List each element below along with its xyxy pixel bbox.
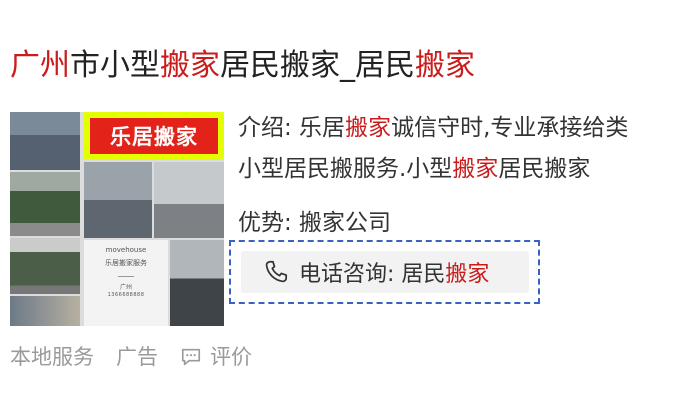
card-divider <box>118 276 134 277</box>
local-service-label: 本地服务 <box>10 345 94 369</box>
intro-line-2: 小型居民搬服务.小型搬家居民搬家 <box>238 154 590 184</box>
van-photo-1 <box>84 162 152 238</box>
ad-thumbnail[interactable]: 乐居搬家 movehouse 乐居搬家服务 广州 1366688888 <box>10 112 224 326</box>
phone-highlight-frame: 电话咨询: 居民 搬家 <box>229 240 540 304</box>
intro-line-1: 介绍: 乐居搬家诚信守时,专业承接给类 <box>238 113 628 143</box>
review-link[interactable]: 评价 <box>180 340 252 374</box>
card-phone: 1366688888 <box>107 292 145 298</box>
title-keyword-1: 搬家 <box>160 48 220 83</box>
van-photo-2 <box>154 162 224 238</box>
review-label: 评价 <box>210 345 252 369</box>
ad-footer: 本地服务 广告 评价 <box>10 340 252 374</box>
truck-photo-4 <box>10 296 80 326</box>
thumbnail-banner: 乐居搬家 <box>84 112 224 160</box>
intro-text: 介绍: 乐居 <box>238 115 346 141</box>
title-keyword-2: 搬家 <box>415 48 475 83</box>
title-city: 广州 <box>10 48 70 83</box>
ad-label: 广告 <box>116 345 158 369</box>
card-subtitle: 乐居搬家服务 <box>105 259 147 267</box>
intro-text: 小型居民搬服务.小型 <box>238 156 453 182</box>
card-brand: movehouse <box>105 246 147 254</box>
title-part1: 市小型 <box>70 48 160 83</box>
ad-card[interactable]: 广州市小型搬家居民搬家_居民搬家 乐居搬家 movehouse 乐居搬家服务 广… <box>0 0 674 420</box>
intro-keyword: 搬家 <box>345 115 392 141</box>
phone-label: 电话咨询: 居民 <box>299 262 446 287</box>
intro-text: 居民搬家 <box>498 156 591 182</box>
thumbnail-brand-card: movehouse 乐居搬家服务 广州 1366688888 <box>84 240 168 326</box>
truck-photo-3 <box>10 238 80 294</box>
intro-keyword: 搬家 <box>452 156 499 182</box>
phone-consult-button[interactable]: 电话咨询: 居民 搬家 <box>241 251 529 293</box>
van-photo-3 <box>170 240 224 326</box>
banner-text: 乐居搬家 <box>90 118 218 154</box>
phone-icon <box>265 260 288 283</box>
ad-title[interactable]: 广州市小型搬家居民搬家_居民搬家 <box>10 44 475 88</box>
card-city: 广州 <box>119 284 132 291</box>
comment-icon <box>181 348 201 366</box>
truck-photo-2 <box>10 172 80 236</box>
title-part2: 居民搬家_居民 <box>220 48 415 83</box>
phone-keyword: 搬家 <box>445 262 490 287</box>
truck-photo-1 <box>10 112 80 170</box>
intro-text: 诚信守时,专业承接给类 <box>391 115 629 141</box>
advantage-line: 优势: 搬家公司 <box>238 210 392 236</box>
